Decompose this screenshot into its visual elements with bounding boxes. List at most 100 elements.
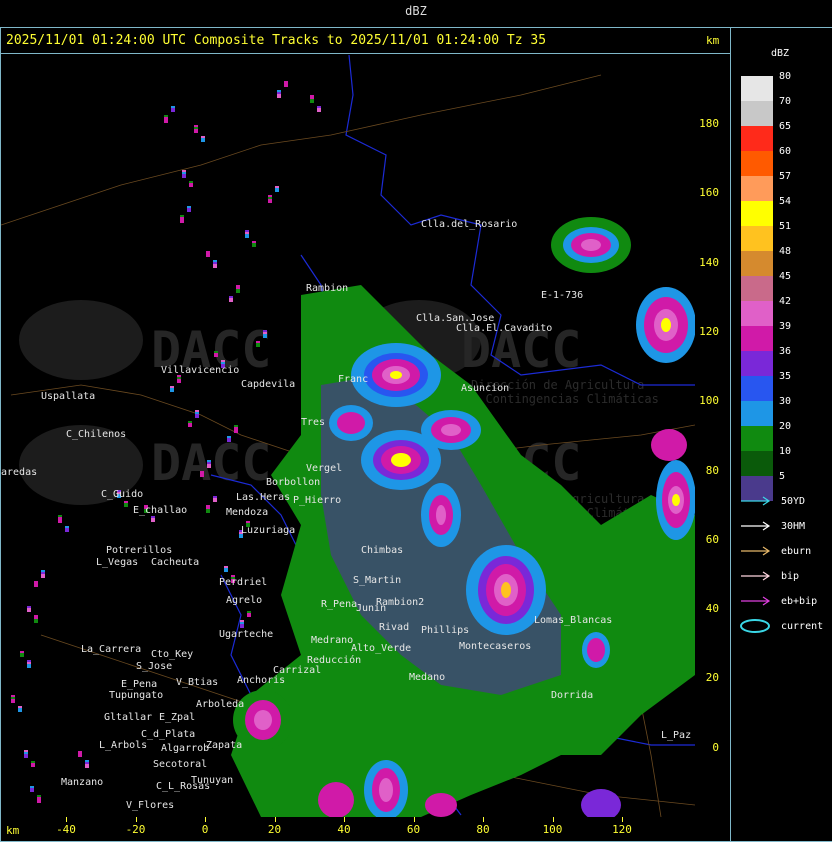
echo-pixel xyxy=(151,518,155,522)
place-label: Asuncion xyxy=(461,383,509,394)
dbz-value-label: 51 xyxy=(779,221,792,232)
dbz-swatch xyxy=(741,176,773,201)
place-label: Cto_Key xyxy=(151,649,193,660)
echo-cell xyxy=(425,793,457,817)
dbz-value-label: 35 xyxy=(779,371,792,382)
track-label: 50YD xyxy=(781,496,806,507)
echo-pixel xyxy=(263,334,267,338)
echo-pixel xyxy=(27,664,31,668)
radar-svg: DACC DACC DACC DACC Dirección de Agricul… xyxy=(1,55,695,817)
place-label: L_Vegas xyxy=(96,557,138,568)
echo-pixel xyxy=(206,509,210,513)
place-label: Medrano xyxy=(311,635,353,646)
dbz-swatch xyxy=(741,126,773,151)
echo-cell xyxy=(318,782,354,817)
place-label: Phillips xyxy=(421,625,469,636)
echo-pixel xyxy=(20,653,24,657)
x-tick-label: 20 xyxy=(267,823,282,836)
echo-pixel xyxy=(27,608,31,612)
place-label: Dorrida xyxy=(551,690,593,701)
x-tick-label: 40 xyxy=(337,823,351,836)
frame-title-line xyxy=(0,53,731,54)
place-label: E_challao xyxy=(133,505,187,516)
echo-cell xyxy=(587,638,605,662)
echo-pixel xyxy=(268,199,272,203)
dbz-value-label: 80 xyxy=(779,71,792,82)
track-arrow-icon xyxy=(741,596,771,606)
x-axis-unit: km xyxy=(6,824,20,837)
echo-pixel xyxy=(229,298,233,302)
place-label: Ugarteche xyxy=(219,629,273,640)
place-label: Clla.del_Rosario xyxy=(421,219,517,230)
echo-cell xyxy=(661,318,671,332)
track-title: 2025/11/01 01:24:00 UTC Composite Tracks… xyxy=(6,33,547,48)
dbz-value-label: 20 xyxy=(779,421,792,432)
echo-pixel xyxy=(275,188,279,192)
echo-pixel xyxy=(85,764,89,768)
place-label: Chimbas xyxy=(361,545,403,556)
dbz-value-label: 5 xyxy=(779,471,786,482)
y-axis-unit: km xyxy=(706,34,720,47)
echo-pixel xyxy=(200,473,204,477)
track-arrow-icon xyxy=(741,571,771,581)
place-label: Agrelo xyxy=(226,595,262,606)
echo-cell xyxy=(501,582,511,598)
place-label: E-1-736 xyxy=(541,290,583,301)
radar-map[interactable]: DACC DACC DACC DACC Dirección de Agricul… xyxy=(1,55,695,817)
legend-title: dBZ xyxy=(771,48,790,59)
dbz-value-label: 10 xyxy=(779,446,792,457)
echo-pixel xyxy=(11,699,15,703)
place-label: S_Jose xyxy=(136,661,172,672)
echo-cell xyxy=(436,505,446,525)
place-label: C_Guido xyxy=(101,489,143,500)
echo-pixel xyxy=(227,438,231,442)
dbz-swatch xyxy=(741,451,773,476)
place-label: Clla.El.Cavadito xyxy=(456,323,552,334)
place-label: Carrizal xyxy=(273,665,321,676)
x-tick-mark xyxy=(205,817,206,822)
current-track-icon xyxy=(740,619,770,633)
echo-pixel xyxy=(213,498,217,502)
echo-cell xyxy=(672,494,680,506)
x-tick-mark xyxy=(413,817,415,822)
echo-pixel xyxy=(214,353,218,357)
top-unit-title: dBZ xyxy=(405,4,427,18)
dbz-value-label: 36 xyxy=(779,346,792,357)
track-arrow-icon xyxy=(741,521,771,531)
y-tick-label: 0 xyxy=(712,740,719,754)
place-label: Perdriel xyxy=(219,577,267,588)
dbz-swatch xyxy=(741,401,773,426)
place-label: Arboleda xyxy=(196,699,244,710)
place-label: Medano xyxy=(409,672,445,683)
track-label: current xyxy=(781,621,824,632)
place-label: Montecaseros xyxy=(459,641,531,652)
track-arrow-icon xyxy=(741,496,771,506)
dbz-value-label: 60 xyxy=(779,146,792,157)
echo-pixel xyxy=(34,619,38,623)
dbz-value-label: 54 xyxy=(779,196,792,207)
echo-cell xyxy=(441,424,461,436)
echo-pixel xyxy=(78,753,82,757)
track-label: bip xyxy=(781,571,800,582)
place-label: Alto_Verde xyxy=(351,643,411,654)
echo-pixel xyxy=(187,208,191,212)
echo-pixel xyxy=(206,253,210,257)
echo-cell xyxy=(391,453,411,467)
x-tick-mark xyxy=(483,817,484,822)
place-label: Mendoza xyxy=(226,507,268,518)
x-tick-mark xyxy=(66,817,67,822)
echo-pixel xyxy=(240,624,244,628)
echo-cell xyxy=(651,429,687,461)
track-label: eburn xyxy=(781,546,812,557)
echo-pixel xyxy=(310,99,314,103)
echo-pixel xyxy=(317,108,321,112)
echo-pixel xyxy=(213,264,217,268)
y-tick-label: 20 xyxy=(705,671,719,685)
dbz-swatch xyxy=(741,201,773,226)
y-tick-label: 120 xyxy=(699,324,719,338)
echo-pixel xyxy=(195,414,199,418)
place-label: Capdevila xyxy=(241,379,295,390)
x-tick-mark xyxy=(135,817,137,822)
place-label: Lomas_Blancas xyxy=(534,615,612,626)
echo-pixel xyxy=(65,528,69,532)
